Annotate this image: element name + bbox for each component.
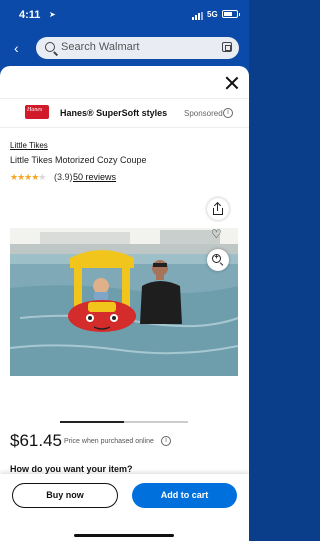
share-icon[interactable]	[207, 198, 229, 220]
add-to-cart-button[interactable]: Add to cart	[132, 483, 237, 508]
location-icon: ➤	[49, 10, 56, 19]
network-type: 5G	[207, 10, 218, 19]
sponsored-label: Sponsored	[184, 109, 223, 118]
product-sheet: Hanes Hanes® SuperSoft styles Sponsored …	[0, 66, 249, 541]
battery-icon	[222, 10, 240, 18]
hanes-logo: Hanes	[25, 102, 49, 126]
price-note: Price when purchased online	[64, 438, 154, 445]
price: $61.45	[10, 431, 62, 450]
buy-now-button[interactable]: Buy now	[12, 483, 118, 508]
status-time: 4:11	[19, 9, 41, 21]
product-title: Little Tikes Motorized Cozy Coupe	[10, 155, 147, 165]
rating-score: (3.9)	[54, 172, 73, 182]
product-image[interactable]	[10, 228, 238, 376]
favorite-heart-icon[interactable]: ♡	[211, 227, 222, 241]
screen: 4:11 ➤ 5G ‹ Search Walmart Hanes Hanes® …	[0, 0, 249, 541]
search-bar[interactable]: Search Walmart	[36, 37, 239, 59]
signal-icon	[192, 12, 204, 20]
search-icon	[45, 42, 55, 52]
sponsored-brand: Hanes® SuperSoft styles	[60, 108, 168, 118]
sponsored-banner[interactable]: Hanes Hanes® SuperSoft styles Sponsored …	[0, 98, 249, 128]
pool-scene	[10, 228, 238, 376]
fulfillment-heading: How do you want your item?	[10, 464, 133, 474]
close-icon[interactable]	[225, 76, 239, 90]
brand-link[interactable]: Little Tikes	[10, 141, 48, 150]
reviews-link[interactable]: 50 reviews	[73, 172, 116, 182]
zoom-icon[interactable]: +	[207, 249, 229, 271]
home-indicator	[74, 534, 174, 537]
search-placeholder: Search Walmart	[61, 41, 140, 53]
sponsored-info-icon[interactable]: i	[223, 108, 233, 118]
price-info-icon[interactable]: i	[161, 436, 171, 446]
action-footer: Buy now Add to cart	[0, 474, 249, 541]
status-bar: 4:11 ➤ 5G	[0, 0, 249, 30]
carousel-indicator	[60, 421, 188, 423]
hanes-logo-text: Hanes	[27, 107, 43, 113]
scan-icon[interactable]	[222, 42, 232, 52]
star-rating-icon: ★★★★★	[10, 172, 46, 182]
back-button[interactable]: ‹	[14, 40, 19, 56]
